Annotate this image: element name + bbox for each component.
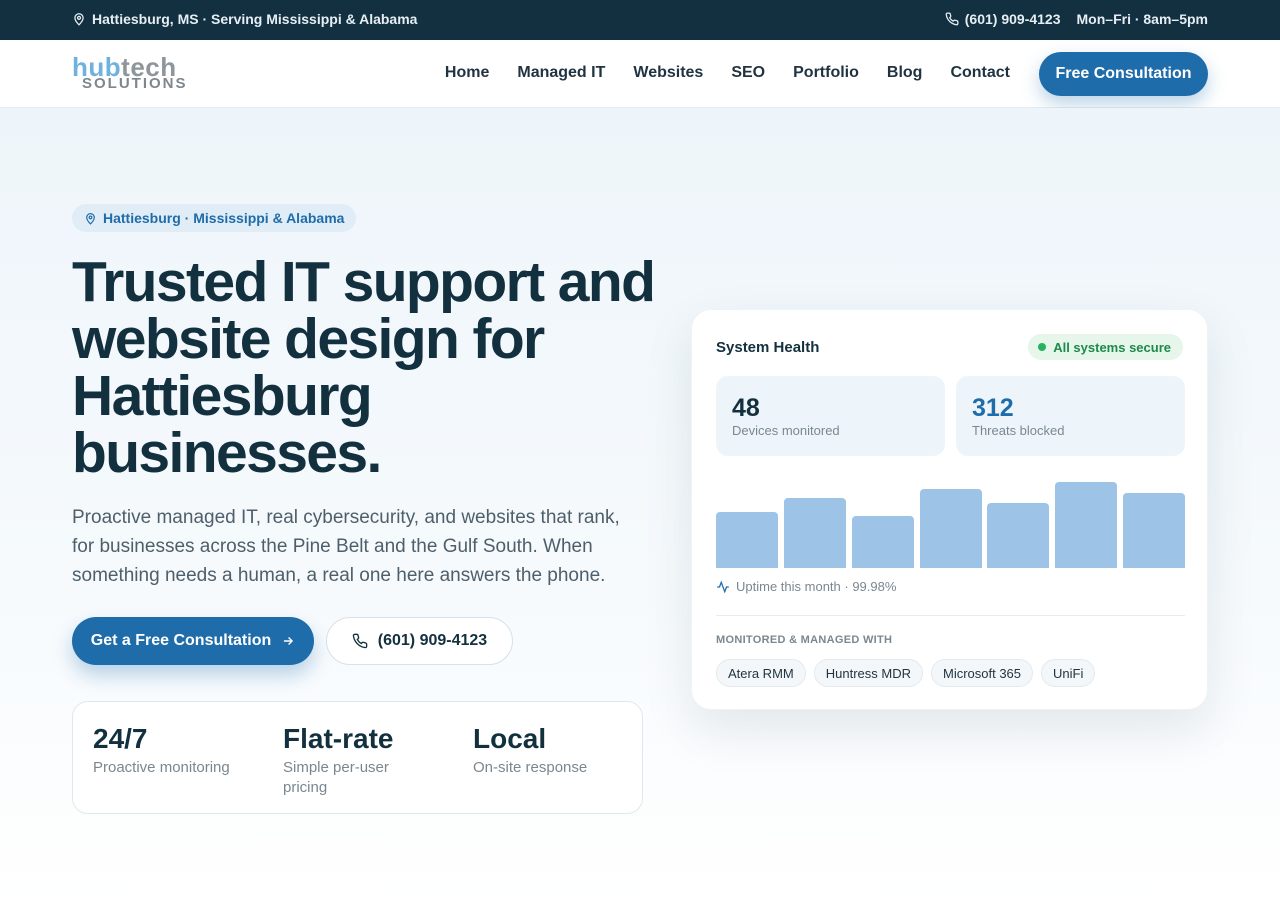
nav-item-portfolio[interactable]: Portfolio [793,64,859,82]
logo[interactable]: hubtech SOLUTIONS [72,54,204,94]
top-bar: Hattiesburg, MS · Serving Mississippi & … [0,0,1280,40]
free-consultation-button[interactable]: Free Consultation [1039,52,1208,96]
stat-pricing: Flat-rate Simple per-user pricing [283,722,413,798]
phone-icon [352,633,368,649]
metric-devices: 48 Devices monitored [716,376,945,456]
stat-local: Local On-site response [473,722,643,778]
activity-bar-chart [716,480,1185,568]
stat-value: Flat-rate [283,723,394,754]
activity-bar [1123,493,1185,568]
stat-monitoring: 24/7 Proactive monitoring [93,722,263,778]
tool-chip: Atera RMM [716,659,806,687]
arrow-right-icon [284,637,294,645]
location-pin-icon [86,212,95,225]
metric-label: Devices monitored [732,423,840,438]
activity-bar [919,489,982,568]
status-text: All systems secure [1053,339,1171,355]
top-bar-location-text: Hattiesburg, MS · Serving Mississippi & … [92,11,418,27]
stats-panel: 24/7 Proactive monitoring Flat-rate Simp… [72,701,643,814]
nav-item-home[interactable]: Home [445,64,489,82]
card-title: System Health [716,339,820,356]
stat-value: 24/7 [93,723,148,754]
activity-bar [716,512,778,568]
logo-solutions: SOLUTIONS [82,75,188,92]
tool-chip: Huntress MDR [813,659,923,687]
status-dot-icon [1038,343,1047,351]
nav-item-websites[interactable]: Websites [633,64,703,82]
phone-icon [945,12,959,26]
tool-chips: Atera RMM Huntress MDR Microsoft 365 Uni… [716,659,1096,687]
top-bar-hours: Mon–Fri · 8am–5pm [1076,11,1208,27]
system-health-card: System Health All systems secure 48 Devi… [691,309,1208,710]
nav-item-seo[interactable]: SEO [731,64,765,82]
stat-label: Proactive monitoring [93,759,230,776]
tool-chip: UniFi [1041,659,1096,687]
uptime-text: Uptime this month · 99.98% [736,579,897,594]
activity-bar [783,498,846,568]
top-bar-phone-link[interactable]: (601) 909-4123 [945,11,1061,27]
activity-bar [851,516,914,568]
stat-value: Local [473,723,547,754]
nav-item-blog[interactable]: Blog [887,64,923,82]
stat-label: Simple per-user pricing [283,759,389,796]
metric-threats: 312 Threats blocked [956,376,1185,456]
tool-chip: Microsoft 365 [930,659,1034,687]
status-badge: All systems secure [1028,334,1183,360]
metric-label: Threats blocked [972,423,1065,438]
top-bar-phone-text: (601) 909-4123 [964,11,1061,27]
stat-label: On-site response [473,759,588,776]
main-nav: hubtech SOLUTIONS Home Managed IT Websit… [0,40,1280,108]
metric-value: 48 [732,394,760,422]
activity-bar [1055,482,1118,568]
get-free-consultation-button[interactable]: Get a Free Consultation [72,617,314,665]
get-free-consultation-label: Get a Free Consultation [90,632,272,649]
hero-headline: Trusted IT support and website design fo… [72,250,656,485]
metric-value: 312 [972,394,1014,422]
managed-with-label: MONITORED & MANAGED WITH [716,634,893,646]
card-divider [716,615,1185,616]
location-pill: Hattiesburg · Mississippi & Alabama [72,204,357,232]
uptime-row: Uptime this month · 99.98% [716,579,896,594]
top-bar-location: Hattiesburg, MS · Serving Mississippi & … [72,11,417,27]
activity-pulse-icon [717,580,729,593]
location-pin-icon [74,13,84,26]
location-pill-text: Hattiesburg · Mississippi & Alabama [103,210,345,226]
call-phone-button[interactable]: (601) 909-4123 [326,617,513,665]
nav-item-managed-it[interactable]: Managed IT [517,64,605,82]
nav-menu: Home Managed IT Websites SEO Portfolio B… [445,64,1010,82]
call-phone-label: (601) 909-4123 [377,632,488,649]
activity-bar [987,503,1050,568]
hero-subheadline: Proactive managed IT, real cybersecurity… [72,507,620,586]
nav-item-contact[interactable]: Contact [950,64,1010,82]
